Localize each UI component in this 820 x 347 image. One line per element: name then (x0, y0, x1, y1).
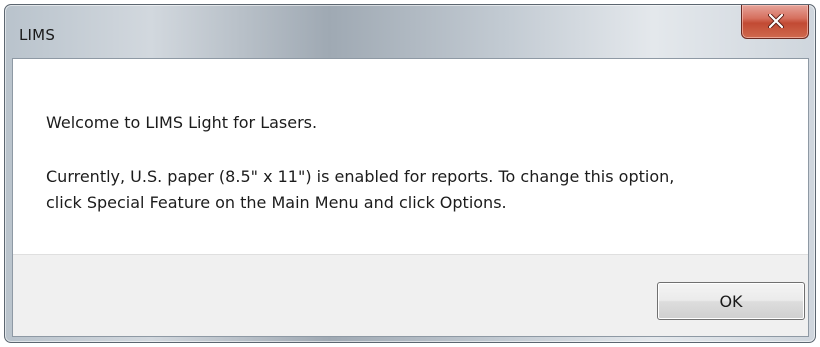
close-x-icon (768, 14, 784, 28)
ok-button[interactable]: OK (657, 282, 805, 320)
dialog-body: Welcome to LIMS Light for Lasers. Curren… (12, 58, 809, 337)
message-text-line-1: Currently, U.S. paper (8.5" x 11") is en… (46, 167, 675, 186)
window-title: LIMS (19, 26, 56, 44)
close-button[interactable] (741, 5, 809, 39)
message-area: Welcome to LIMS Light for Lasers. Curren… (13, 59, 808, 254)
dialog-window: LIMS Welcome to LIMS Light for Lasers. C… (4, 4, 816, 343)
message-text-line-2: click Special Feature on the Main Menu a… (46, 193, 507, 212)
title-bar[interactable]: LIMS (5, 5, 815, 59)
button-area: OK (13, 254, 808, 336)
welcome-text: Welcome to LIMS Light for Lasers. (46, 113, 318, 132)
